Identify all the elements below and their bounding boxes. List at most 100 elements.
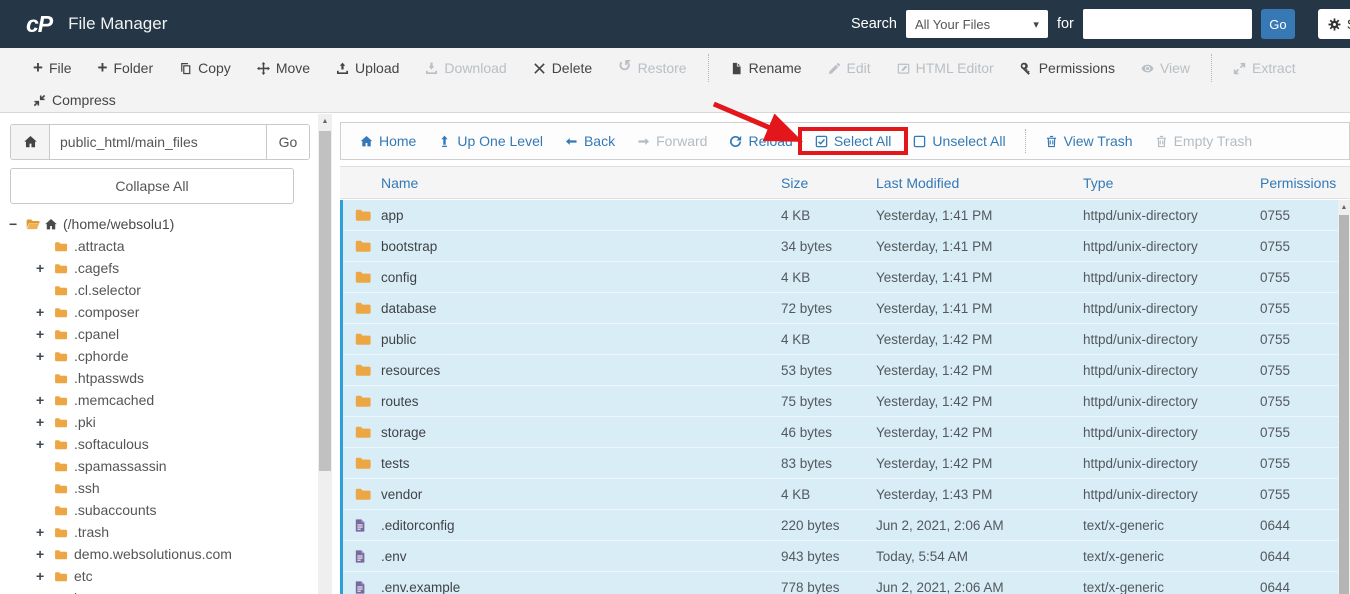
tb-view-button[interactable]: View (1128, 60, 1203, 76)
expand-toggle[interactable]: + (36, 326, 53, 342)
file-manager-app: cP File Manager Search All Your Files ▾ … (0, 0, 1350, 594)
toolbar-divider (1024, 129, 1026, 153)
tb-delete-button[interactable]: Delete (520, 60, 605, 76)
fb-home-button[interactable]: Home (349, 133, 427, 149)
table-row-database[interactable]: database 72 bytes Yesterday, 1:41 PM httpd/… (343, 293, 1338, 324)
table-row-storage[interactable]: storage 46 bytes Yesterday, 1:42 PM httpd/u… (343, 417, 1338, 448)
fb-back-button[interactable]: Back (554, 133, 626, 149)
tb-extract-button[interactable]: Extract (1220, 60, 1309, 76)
cell-permissions: 0755 (1260, 331, 1291, 347)
tb-restore-button[interactable]: ↺ Restore (605, 59, 699, 77)
tree-item-demo-websolutionus-com[interactable]: + demo.websolutionus.com (0, 543, 318, 565)
table-scrollbar-thumb[interactable] (1339, 215, 1349, 594)
tb-html-editor-button[interactable]: HTML Editor (884, 60, 1007, 76)
fb-empty-trash-button[interactable]: Empty Trash (1144, 133, 1264, 149)
tb-compress-button[interactable]: Compress (20, 92, 129, 108)
table-row-env[interactable]: .env 943 bytes Today, 5:54 AM text/x-generi… (343, 541, 1338, 572)
fb-forward-button[interactable]: Forward (626, 133, 718, 149)
column-header-permissions[interactable]: Permissions (1260, 175, 1350, 191)
tree-item-attracta[interactable]: .attracta (0, 235, 318, 257)
tree-item-trash[interactable]: + .trash (0, 521, 318, 543)
cell-modified: Jun 2, 2021, 2:06 AM (876, 579, 1004, 594)
tree-item-spamassassin[interactable]: .spamassassin (0, 455, 318, 477)
file-list-panel: Home Up One Level Back Forward Reload Select … (332, 114, 1350, 594)
tb-permissions-button[interactable]: Permissions (1007, 60, 1128, 76)
tree-item-subaccounts[interactable]: .subaccounts (0, 499, 318, 521)
expand-toggle[interactable]: + (36, 260, 53, 276)
table-row-resources[interactable]: resources 53 bytes Yesterday, 1:42 PM httpd… (343, 355, 1338, 386)
tree-item-pki[interactable]: + .pki (0, 411, 318, 433)
scroll-up-icon[interactable]: ▲ (318, 114, 332, 125)
sidebar-scrollbar-thumb[interactable] (319, 131, 331, 471)
cell-permissions: 0755 (1260, 207, 1291, 223)
cell-name: routes (381, 393, 419, 409)
expand-toggle[interactable]: + (36, 546, 53, 562)
table-row-app[interactable]: app 4 KB Yesterday, 1:41 PM httpd/unix-dire… (343, 200, 1338, 231)
tree-item-cphorde[interactable]: + .cphorde (0, 345, 318, 367)
table-row-editorconfig[interactable]: .editorconfig 220 bytes Jun 2, 2021, 2:06 … (343, 510, 1338, 541)
fb-select-all-button[interactable]: Select All (797, 127, 909, 155)
tree-root-home[interactable]: − (/home/websolu1) (0, 213, 318, 235)
tb-upload-button[interactable]: Upload (323, 60, 412, 76)
table-row-public[interactable]: public 4 KB Yesterday, 1:42 PM httpd/unix-d… (343, 324, 1338, 355)
tree-item-cagefs[interactable]: + .cagefs (0, 257, 318, 279)
fb-view-trash-button[interactable]: View Trash (1034, 133, 1144, 149)
table-row-tests[interactable]: tests 83 bytes Yesterday, 1:42 PM httpd/uni… (343, 448, 1338, 479)
expand-toggle[interactable]: + (36, 568, 53, 584)
column-header-last-modified[interactable]: Last Modified (876, 175, 1083, 191)
table-row-routes[interactable]: routes 75 bytes Yesterday, 1:42 PM httpd/un… (343, 386, 1338, 417)
table-scrollbar[interactable]: ▲ (1338, 200, 1350, 594)
expand-toggle[interactable]: + (36, 590, 53, 594)
table-row-bootstrap[interactable]: bootstrap 34 bytes Yesterday, 1:41 PM httpd… (343, 231, 1338, 262)
expand-toggle[interactable]: + (36, 304, 53, 320)
table-row-vendor[interactable]: vendor 4 KB Yesterday, 1:43 PM httpd/unix-d… (343, 479, 1338, 510)
column-header-name[interactable]: Name (381, 175, 781, 191)
expand-toggle[interactable]: + (36, 436, 53, 452)
tree-item-memcached[interactable]: + .memcached (0, 389, 318, 411)
settings-button[interactable]: Settings (1317, 9, 1350, 39)
tree-item-logs[interactable]: + logs (0, 587, 318, 594)
scroll-up-icon[interactable]: ▲ (1338, 200, 1350, 211)
path-go-button[interactable]: Go (266, 125, 309, 159)
column-header-size[interactable]: Size (781, 175, 876, 191)
tree-item-etc[interactable]: + etc (0, 565, 318, 587)
sidebar-scrollbar[interactable]: ▲ (318, 114, 332, 594)
cell-modified: Yesterday, 1:42 PM (876, 362, 993, 378)
tree-item-cpanel[interactable]: + .cpanel (0, 323, 318, 345)
search-go-button[interactable]: Go (1260, 9, 1295, 39)
row-icon-cell (343, 424, 381, 440)
cell-name: public (381, 331, 417, 347)
expand-toggle[interactable]: + (36, 414, 53, 430)
tree-item-cl-selector[interactable]: .cl.selector (0, 279, 318, 301)
tb-file-button[interactable]: + File (20, 59, 85, 77)
collapse-toggle[interactable]: − (9, 216, 24, 232)
tree-item-ssh[interactable]: .ssh (0, 477, 318, 499)
tree-item-htpasswds[interactable]: .htpasswds (0, 367, 318, 389)
tree-item-softaculous[interactable]: + .softaculous (0, 433, 318, 455)
table-row-config[interactable]: config 4 KB Yesterday, 1:41 PM httpd/unix-d… (343, 262, 1338, 293)
tb-download-button[interactable]: Download (412, 60, 519, 76)
path-input[interactable] (50, 125, 266, 159)
tb-folder-button[interactable]: + Folder (85, 59, 167, 77)
tb-rename-button[interactable]: Rename (717, 60, 815, 76)
tb-edit-button[interactable]: Edit (815, 60, 884, 76)
search-input[interactable] (1082, 9, 1252, 39)
table-row-env-example[interactable]: .env.example 778 bytes Jun 2, 2021, 2:06 A… (343, 572, 1338, 594)
fb-reload-button[interactable]: Reload (718, 133, 803, 149)
expand-toggle[interactable]: + (36, 348, 53, 364)
folder-icon (53, 504, 68, 517)
collapse-all-button[interactable]: Collapse All (10, 168, 294, 204)
search-scope-select[interactable]: All Your Files ▾ (905, 10, 1048, 38)
cpanel-logo: cP (26, 10, 53, 37)
tb-copy-button[interactable]: Copy (166, 60, 244, 76)
expand-toggle[interactable]: + (36, 524, 53, 540)
tb-move-button[interactable]: Move (244, 60, 323, 76)
home-path-button[interactable] (11, 125, 50, 159)
tree-item-label: demo.websolutionus.com (74, 546, 232, 562)
fb-label: Empty Trash (1173, 133, 1253, 149)
column-header-type[interactable]: Type (1083, 175, 1260, 191)
fb-unselect-all-button[interactable]: Unselect All (902, 133, 1016, 149)
expand-toggle[interactable]: + (36, 392, 53, 408)
fb-up-one-level-button[interactable]: Up One Level (427, 133, 554, 149)
tree-item-composer[interactable]: + .composer (0, 301, 318, 323)
